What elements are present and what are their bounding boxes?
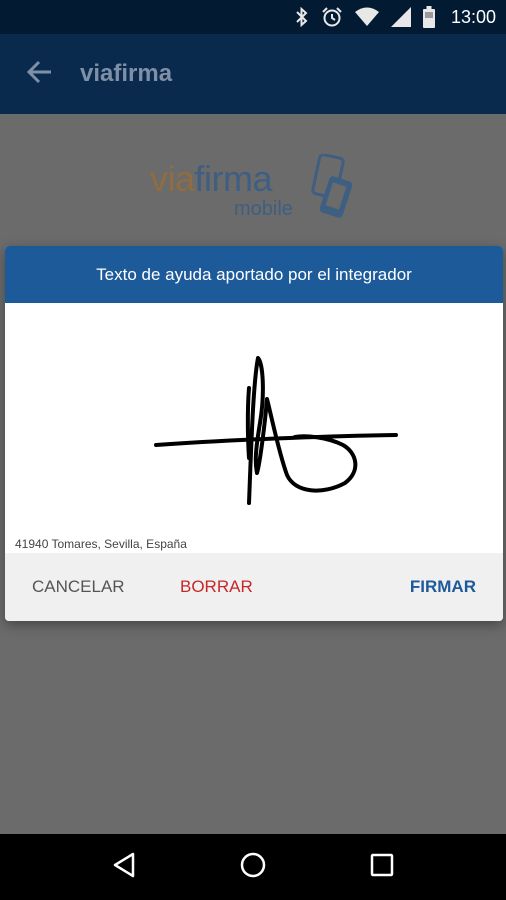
dialog-title: Texto de ayuda aportado por el integrado…: [96, 264, 412, 284]
dialog-header: Texto de ayuda aportado por el integrado…: [5, 246, 503, 303]
back-triangle-icon: [112, 852, 136, 883]
sign-button[interactable]: FIRMAR: [410, 553, 476, 621]
wifi-icon: [354, 7, 379, 27]
bluetooth-icon: [295, 7, 309, 27]
app-bar: viafirma: [0, 34, 506, 114]
cancel-button[interactable]: CANCELAR: [32, 553, 125, 621]
viafirma-logo: viafirma mobile: [150, 152, 360, 232]
nav-back-button[interactable]: [94, 837, 154, 897]
navigation-bar: [0, 834, 506, 900]
signature-stroke: [154, 356, 398, 505]
clear-button[interactable]: BORRAR: [180, 553, 253, 621]
status-bar: 13:00: [0, 0, 506, 34]
recents-square-icon: [370, 853, 394, 882]
nav-recents-button[interactable]: [352, 837, 412, 897]
home-circle-icon: [239, 851, 267, 884]
signature-canvas[interactable]: 41940 Tomares, Sevilla, España: [5, 303, 503, 553]
back-button[interactable]: [12, 46, 68, 102]
phone-logo-icon: [310, 153, 356, 225]
location-address: 41940 Tomares, Sevilla, España: [15, 537, 187, 551]
nav-home-button[interactable]: [223, 837, 283, 897]
arrow-back-icon: [26, 59, 53, 90]
logo-firma-text: firma: [194, 158, 273, 199]
app-title: viafirma: [80, 60, 173, 87]
logo-mobile-text: mobile: [234, 198, 293, 220]
battery-icon: [422, 6, 435, 28]
dialog-actions: CANCELAR BORRAR FIRMAR: [5, 553, 503, 621]
cell-signal-icon: [390, 7, 411, 27]
status-time: 13:00: [450, 6, 496, 27]
alarm-icon: [321, 6, 343, 28]
logo-via-text: via: [150, 158, 195, 199]
signature-dialog: Texto de ayuda aportado por el integrado…: [5, 246, 503, 621]
